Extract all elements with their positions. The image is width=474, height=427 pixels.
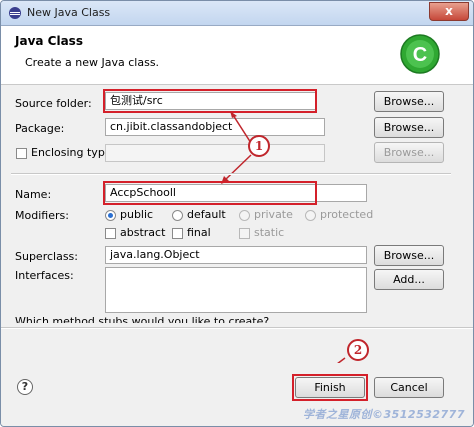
package-browse-button[interactable]: Browse...	[374, 117, 444, 138]
watermark: 学者之星原创©3512532777	[302, 408, 465, 421]
callout-2: 2	[347, 339, 369, 361]
enclosing-type-label: Enclosing type:	[31, 146, 116, 159]
static-label: static	[254, 226, 285, 239]
public-label: public	[120, 208, 154, 221]
interfaces-list[interactable]	[105, 267, 367, 313]
name-label: Name:	[15, 188, 52, 201]
superclass-label: Superclass:	[15, 250, 78, 263]
cancel-button[interactable]: Cancel	[374, 377, 444, 398]
package-label: Package:	[15, 122, 65, 135]
separator	[11, 173, 451, 175]
protected-radio[interactable]	[305, 210, 316, 221]
eclipse-icon	[9, 7, 21, 19]
private-label: private	[254, 208, 293, 221]
source-folder-highlight	[103, 89, 317, 113]
close-button[interactable]: x	[429, 2, 469, 21]
protected-label: protected	[320, 208, 374, 221]
package-input[interactable]: cn.jibit.classandobject	[105, 118, 325, 136]
svg-text:C: C	[413, 44, 427, 66]
superclass-input[interactable]: java.lang.Object	[105, 246, 367, 264]
final-label: final	[187, 226, 211, 239]
wizard-header: Java Class Create a new Java class. C	[1, 26, 473, 85]
interfaces-label: Interfaces:	[15, 269, 74, 282]
final-checkbox[interactable]	[172, 228, 183, 239]
enclosing-type-browse-button[interactable]: Browse...	[374, 142, 444, 163]
title-bar: New Java Class x	[1, 1, 473, 26]
page-title: Java Class	[15, 34, 83, 48]
page-description: Create a new Java class.	[25, 56, 160, 69]
finish-highlight	[292, 374, 368, 401]
source-folder-browse-button[interactable]: Browse...	[374, 91, 444, 112]
new-class-wizard-icon: C	[400, 34, 440, 74]
callout-1: 1	[248, 135, 270, 157]
default-label: default	[187, 208, 226, 221]
default-radio[interactable]	[172, 210, 183, 221]
method-stubs-prompt: Which method stubs would you like to cre…	[15, 315, 270, 323]
enclosing-type-input[interactable]	[105, 144, 325, 162]
modifiers-label: Modifiers:	[15, 209, 69, 222]
public-radio[interactable]	[105, 210, 116, 221]
footer-separator	[1, 327, 473, 329]
abstract-label: abstract	[120, 226, 166, 239]
private-radio[interactable]	[239, 210, 250, 221]
dialog-window: New Java Class x Java Class Create a new…	[0, 0, 474, 427]
help-icon[interactable]: ?	[17, 379, 33, 395]
source-folder-label: Source folder:	[15, 97, 92, 110]
superclass-browse-button[interactable]: Browse...	[374, 245, 444, 266]
window-title: New Java Class	[27, 6, 111, 19]
interfaces-add-button[interactable]: Add...	[374, 269, 444, 290]
abstract-checkbox[interactable]	[105, 228, 116, 239]
enclosing-type-checkbox[interactable]	[16, 148, 27, 159]
static-checkbox[interactable]	[239, 228, 250, 239]
class-name-highlight	[103, 181, 317, 205]
